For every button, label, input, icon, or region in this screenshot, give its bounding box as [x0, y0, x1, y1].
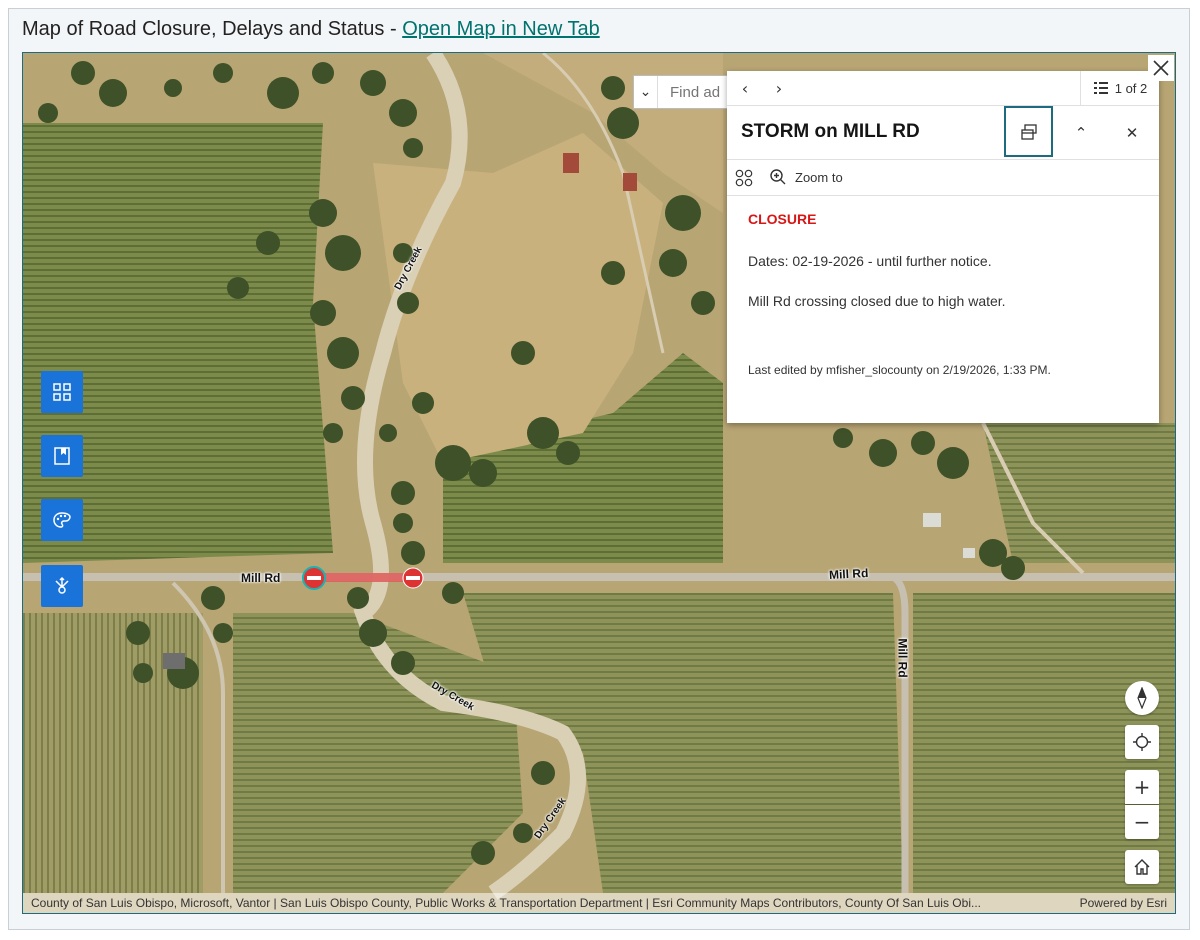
zoom-out-button[interactable]: −: [1125, 805, 1159, 839]
locate-button[interactable]: [1125, 725, 1159, 759]
network-icon: [55, 576, 69, 594]
cluster-icon[interactable]: [735, 169, 753, 187]
open-map-link[interactable]: Open Map in New Tab: [402, 18, 600, 40]
map-view[interactable]: Mill Rd Mill Rd Mill Rd Dry Creek Dry Cr…: [22, 52, 1176, 914]
attribution-text: County of San Luis Obispo, Microsoft, Va…: [31, 896, 981, 910]
status-label: CLOSURE: [748, 211, 817, 227]
close-map-button[interactable]: [1148, 55, 1174, 81]
page-title: Map of Road Closure, Delays and Status -: [22, 18, 403, 40]
search-source-dropdown[interactable]: ⌄: [634, 76, 658, 108]
home-button[interactable]: [1125, 850, 1159, 884]
compass-button[interactable]: [1125, 681, 1159, 715]
zoom-in-button[interactable]: +: [1125, 770, 1159, 804]
chevron-down-icon: ⌄: [639, 84, 652, 100]
popup-close-button[interactable]: ✕: [1119, 120, 1145, 146]
road-label-vertical: Mill Rd: [895, 638, 910, 678]
road-label-west: Mill Rd: [241, 571, 281, 585]
list-icon: [1093, 82, 1108, 94]
popup-title: STORM on MILL RD: [741, 121, 920, 142]
feature-popup: ‹ › 1 of 2 STORM on MILL RD ⌃ ✕ Zoom to …: [727, 71, 1159, 423]
closure-marker-west[interactable]: [302, 566, 326, 590]
locate-icon: [1133, 733, 1151, 751]
legend-button[interactable]: [41, 499, 83, 541]
zoom-in-icon: [770, 169, 786, 185]
popup-navigation: ‹ › 1 of 2: [727, 71, 1159, 106]
basemap-gallery-button[interactable]: [41, 371, 83, 413]
dates-text: Dates: 02-19-2026 - until further notice…: [748, 253, 992, 269]
bookmarks-button[interactable]: [41, 435, 83, 477]
previous-feature-button[interactable]: ‹: [735, 79, 755, 98]
zoom-to-button[interactable]: Zoom to: [769, 168, 843, 186]
palette-icon: [53, 512, 71, 528]
network-button[interactable]: [41, 565, 83, 607]
bookmark-icon: [54, 447, 70, 465]
popup-actions: Zoom to: [727, 160, 1159, 196]
close-icon: [1153, 60, 1169, 76]
popup-header: STORM on MILL RD ⌃ ✕: [727, 106, 1159, 160]
home-icon: [1134, 859, 1150, 875]
closure-marker-east[interactable]: [402, 567, 424, 589]
dock-icon: [1020, 123, 1037, 140]
zoom-to-label: Zoom to: [795, 169, 843, 185]
page-header: Map of Road Closure, Delays and Status -…: [22, 18, 600, 41]
feature-count-label: 1 of 2: [1114, 80, 1148, 96]
compass-icon: [1137, 687, 1147, 709]
dock-button[interactable]: [1004, 106, 1053, 157]
basemap-gallery-icon: [53, 383, 71, 401]
next-feature-button[interactable]: ›: [769, 79, 789, 98]
closed-road-segment[interactable]: [314, 573, 414, 582]
powered-by-esri[interactable]: Powered by Esri: [1080, 896, 1167, 910]
popup-content: CLOSURE Dates: 02-19-2026 - until furthe…: [727, 196, 1159, 389]
last-edited-text: Last edited by mfisher_slocounty on 2/19…: [748, 363, 1051, 377]
road-label-east: Mill Rd: [828, 565, 869, 583]
collapse-button[interactable]: ⌃: [1068, 120, 1094, 146]
attribution-bar: County of San Luis Obispo, Microsoft, Va…: [23, 893, 1175, 913]
description-text: Mill Rd crossing closed due to high wate…: [748, 293, 1006, 309]
